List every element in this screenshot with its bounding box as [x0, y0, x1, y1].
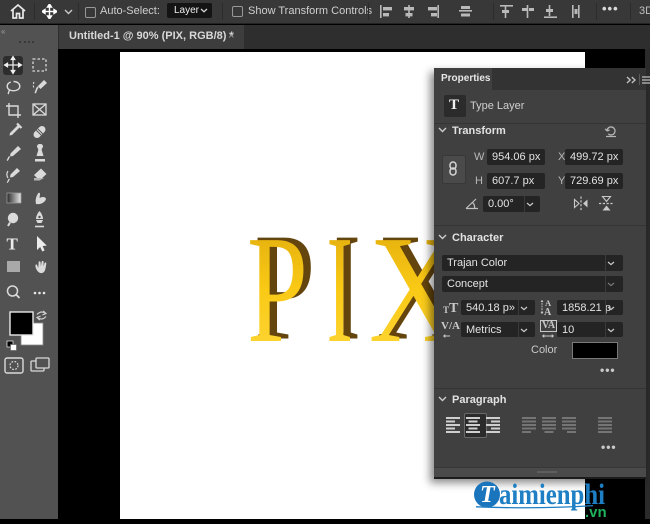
svg-text:.vn: .vn: [585, 504, 607, 519]
svg-text:A: A: [544, 307, 552, 316]
svg-text:P: P: [247, 204, 308, 375]
svg-text:T: T: [480, 482, 496, 508]
svg-text:I: I: [327, 205, 353, 375]
svg-text:T: T: [7, 234, 19, 253]
